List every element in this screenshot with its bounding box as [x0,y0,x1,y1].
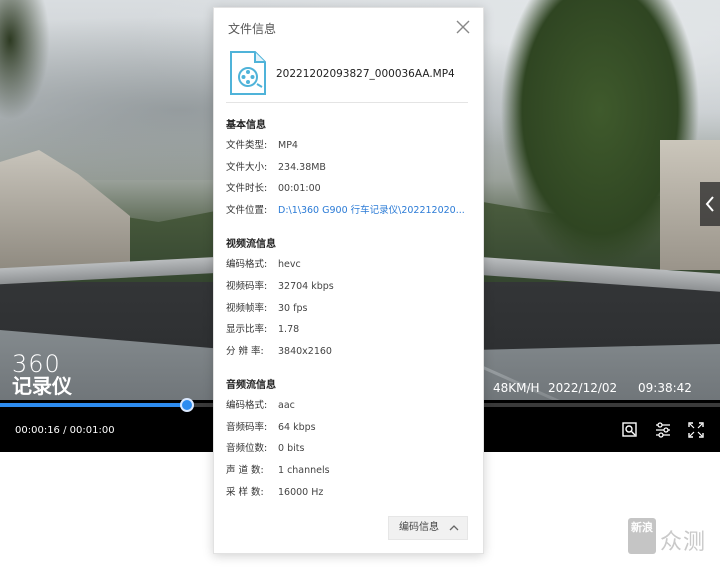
fullscreen-icon[interactable] [687,421,705,439]
progress-fill [0,403,188,407]
row-audio-bitdepth: 音频位数: 0 bits [226,440,476,456]
side-panel-toggle[interactable] [700,182,720,226]
chevron-up-icon [449,525,459,531]
row-label: 采 样 数: [226,487,264,498]
row-label: 显示比率: [226,324,268,335]
dialog-title: 文件信息 [228,22,277,36]
row-value: 64 kbps [278,422,316,433]
section-audio-info: 音频流信息 [226,380,276,391]
file-info-dialog: 文件信息 20221202093827_000036AA.MP4 基本信息 文件… [213,7,484,554]
close-icon[interactable] [456,20,470,34]
row-label: 视频码率: [226,281,268,292]
row-value: 234.38MB [278,162,326,173]
tree-left [0,0,50,120]
row-value: aac [278,400,295,411]
row-audio-bitrate: 音频码率: 64 kbps [226,419,476,435]
section-basic-info: 基本信息 [226,120,266,131]
row-label: 编码格式: [226,259,268,270]
row-label: 编码格式: [226,400,268,411]
row-value: 32704 kbps [278,281,334,292]
row-value: 00:01:00 [278,183,321,194]
divider [226,102,468,103]
row-label: 音频位数: [226,443,268,454]
row-label: 文件位置: [226,205,268,216]
row-file-type: 文件类型: MP4 [226,137,476,153]
row-label: 分 辨 率: [226,346,264,357]
row-label: 文件时长: [226,183,268,194]
row-value: 1 channels [278,465,330,476]
row-label: 文件大小: [226,162,268,173]
progress-handle[interactable] [180,398,195,412]
row-sample-rate: 采 样 数: 16000 Hz [226,484,476,500]
chevron-left-icon [705,196,714,212]
row-value: MP4 [278,140,298,151]
logo-text: 记录仪 [12,374,72,398]
row-file-duration: 文件时长: 00:01:00 [226,180,476,196]
row-value: 16000 Hz [278,487,324,498]
row-value: hevc [278,259,301,270]
osd-date: 2022/12/02 [548,381,618,395]
video-file-icon [230,51,266,95]
row-value: 3840x2160 [278,346,332,357]
row-label: 视频帧率: [226,303,268,314]
codec-info-label: 编码信息 [399,522,439,533]
osd-time: 09:38:42 [638,381,692,395]
row-value: 0 bits [278,443,305,454]
row-label: 文件类型: [226,140,268,151]
file-location-link[interactable]: D:\1\360 G900 行车记录仪\202212020... [278,205,465,216]
watermark-text: 众测 [660,530,707,555]
settings-sliders-icon[interactable] [654,421,672,439]
watermark-badge: 新浪 [628,518,656,554]
row-label: 音频码率: [226,422,268,433]
codec-info-button[interactable]: 编码信息 [388,516,468,540]
row-resolution: 分 辨 率: 3840x2160 [226,343,476,359]
row-file-size: 文件大小: 234.38MB [226,159,476,175]
osd-speed: 48KM/H [493,381,540,395]
row-audio-codec: 编码格式: aac [226,397,476,413]
row-video-codec: 编码格式: hevc [226,256,476,272]
row-aspect-ratio: 显示比率: 1.78 [226,321,476,337]
screenshot-icon[interactable] [621,421,639,439]
timecode: 00:00:16 / 00:01:00 [15,425,115,436]
file-name: 20221202093827_000036AA.MP4 [276,68,455,80]
section-video-info: 视频流信息 [226,239,276,250]
row-video-framerate: 视频帧率: 30 fps [226,300,476,316]
watermark: 新浪 众测 [628,518,716,558]
row-audio-channels: 声 道 数: 1 channels [226,462,476,478]
row-value: 30 fps [278,303,308,314]
row-video-bitrate: 视频码率: 32704 kbps [226,278,476,294]
row-file-location: 文件位置: D:\1\360 G900 行车记录仪\202212020... [226,202,476,218]
logo-number: 360 [12,350,61,378]
row-label: 声 道 数: [226,465,264,476]
dashcam-logo: 360 记录仪 [12,352,72,396]
row-value: 1.78 [278,324,300,335]
